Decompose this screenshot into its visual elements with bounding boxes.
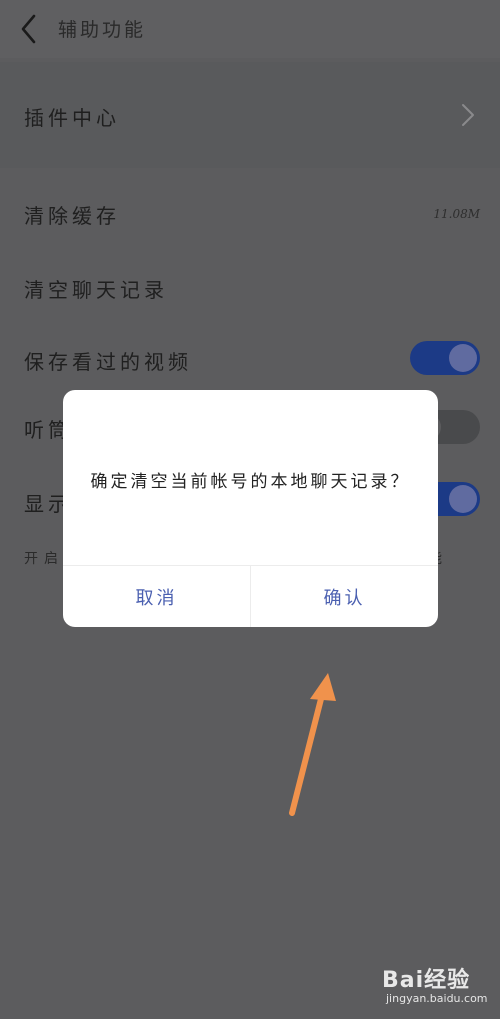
confirm-button[interactable]: 确认 xyxy=(251,566,438,627)
watermark-logo: Bai经验 xyxy=(382,968,471,993)
confirm-dialog: 确定清空当前帐号的本地聊天记录？ 取消 确认 xyxy=(63,390,438,627)
annotation-arrow-icon xyxy=(289,673,336,816)
save-videos-toggle[interactable] xyxy=(410,341,480,375)
hint-text-left: 开启 xyxy=(24,551,64,567)
toggle-knob xyxy=(449,485,477,513)
top-bar: 辅助功能 xyxy=(0,0,500,58)
dialog-message: 确定清空当前帐号的本地聊天记录？ xyxy=(90,472,411,492)
back-button[interactable] xyxy=(14,12,44,46)
cache-size-value: 11.08M xyxy=(433,207,480,221)
plugin-center-row[interactable]: 插件中心 xyxy=(0,62,500,168)
page-title: 辅助功能 xyxy=(58,19,147,41)
watermark-url: jingyan.baidu.com xyxy=(386,992,488,1005)
plugin-center-label: 插件中心 xyxy=(24,106,120,130)
chevron-left-icon xyxy=(21,14,36,44)
clear-cache-label: 清除缓存 xyxy=(24,204,120,228)
cancel-button[interactable]: 取消 xyxy=(63,566,250,627)
baidu-jingyan-watermark: Bai经验 jingyan.baidu.com xyxy=(382,962,494,1008)
clear-chat-label: 清空聊天记录 xyxy=(24,278,168,302)
toggle-knob xyxy=(449,344,477,372)
chevron-right-icon xyxy=(462,104,474,126)
save-videos-label: 保存看过的视频 xyxy=(24,350,192,374)
